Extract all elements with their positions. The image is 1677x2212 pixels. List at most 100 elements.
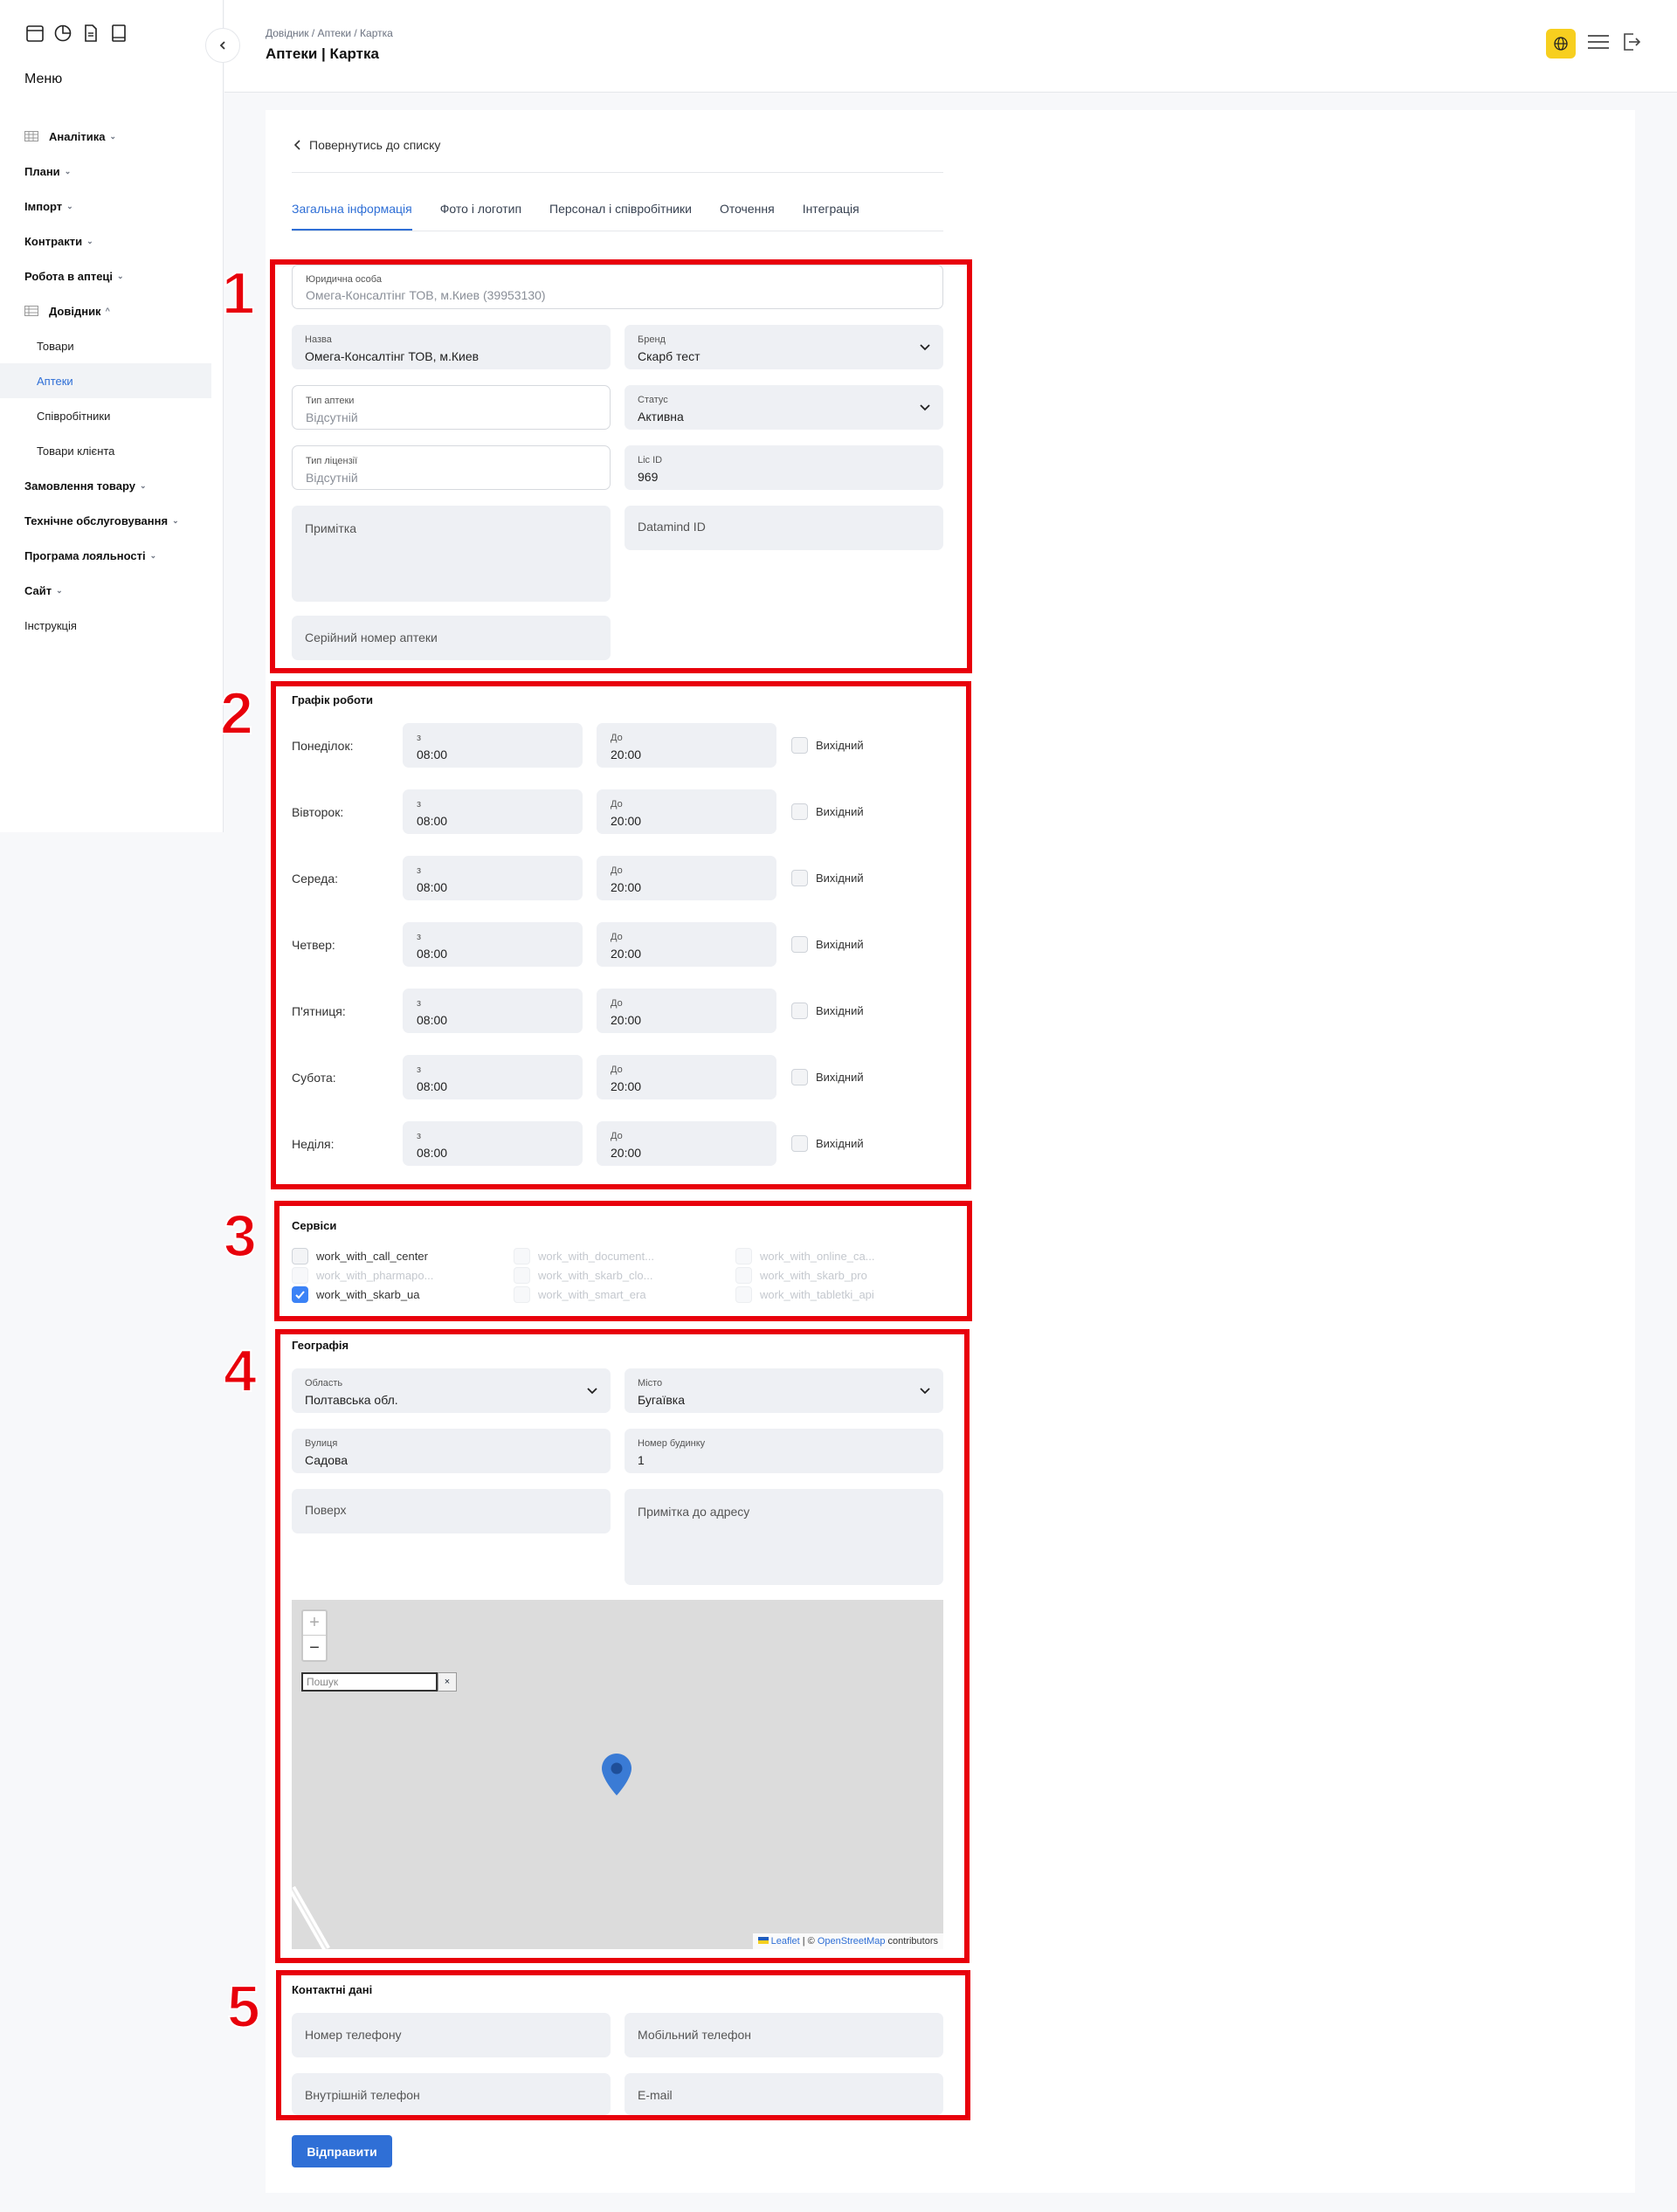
license-type-field[interactable]: Тип ліцензії Відсутній [292, 445, 611, 490]
sidebar-item-directory[interactable]: Довідник ^ [0, 293, 224, 328]
internal-phone-field[interactable]: Внутрішній телефон [292, 2073, 611, 2115]
field-placeholder: Номер телефону [305, 2028, 402, 2042]
sidebar-item-site[interactable]: Сайт ⌄ [0, 573, 224, 608]
map[interactable]: + − Пошук × Leaflet | © OpenStreetMap co… [292, 1600, 943, 1949]
tab-surroundings[interactable]: Оточення [720, 194, 775, 231]
tab-general[interactable]: Загальна інформація [292, 194, 412, 231]
region-select[interactable]: Область Полтавська обл. [292, 1368, 611, 1413]
field-label: До [611, 1065, 623, 1075]
document-icon[interactable] [81, 24, 100, 47]
collapse-sidebar-button[interactable] [205, 28, 240, 63]
sidebar-item-contracts[interactable]: Контракти ⌄ [0, 224, 224, 258]
time-to-field[interactable]: До 20:00 [597, 789, 776, 834]
pie-chart-icon[interactable] [53, 24, 72, 47]
service-checkbox[interactable] [292, 1286, 308, 1303]
service-label: work_with_smart_era [538, 1288, 646, 1301]
sidebar-item-loyalty[interactable]: Програма лояльності ⌄ [0, 538, 224, 573]
day-off-checkbox[interactable] [791, 803, 808, 820]
day-off-checkbox[interactable] [791, 1069, 808, 1085]
leaflet-link[interactable]: Leaflet [771, 1936, 800, 1947]
sidebar-item-orders[interactable]: Замовлення товару ⌄ [0, 468, 224, 503]
time-from-field[interactable]: з 08:00 [403, 1055, 583, 1099]
service-label: work_with_skarb_pro [760, 1269, 867, 1282]
sidebar-subitem-client-products[interactable]: Товари клієнта [0, 433, 224, 468]
day-off-label: Вихідний [816, 1004, 864, 1017]
day-off-checkbox[interactable] [791, 870, 808, 886]
sidebar-item-analytics[interactable]: Аналітика ⌄ [0, 119, 224, 154]
time-from-field[interactable]: з 08:00 [403, 989, 583, 1033]
sidebar-subitem-products[interactable]: Товари [0, 328, 224, 363]
legal-entity-field[interactable]: Юридична особа Омега-Консалтінг ТОВ, м.К… [292, 265, 943, 309]
sidebar-item-maintenance[interactable]: Технічне обслуговування ⌄ [0, 503, 224, 538]
brand-select[interactable]: Бренд Скарб тест [625, 325, 943, 369]
time-to-field[interactable]: До 20:00 [597, 989, 776, 1033]
service-checkbox [735, 1267, 752, 1284]
day-off-checkbox[interactable] [791, 1003, 808, 1019]
datamind-id-field[interactable]: Datamind ID [625, 506, 943, 550]
annotation-number-4: 4 [223, 1338, 258, 1404]
phone-field[interactable]: Номер телефону [292, 2013, 611, 2057]
service-label: work_with_skarb_clo... [538, 1269, 653, 1282]
sidebar-subitem-pharmacies[interactable]: Аптеки [0, 363, 211, 398]
book-icon[interactable] [109, 24, 128, 47]
sidebar-item-plans[interactable]: Плани ⌄ [0, 154, 224, 189]
osm-link[interactable]: OpenStreetMap [818, 1936, 886, 1947]
time-from-field[interactable]: з 08:00 [403, 1121, 583, 1166]
pharmacy-type-field[interactable]: Тип аптеки Відсутній [292, 385, 611, 430]
service-checkbox[interactable] [292, 1248, 308, 1264]
language-button[interactable] [1546, 29, 1576, 59]
time-from-field[interactable]: з 08:00 [403, 856, 583, 900]
time-from-field[interactable]: з 08:00 [403, 922, 583, 967]
annotation-number-3: 3 [223, 1202, 258, 1269]
tab-integration[interactable]: Інтеграція [803, 194, 859, 231]
time-from-field[interactable]: з 08:00 [403, 789, 583, 834]
mobile-phone-field[interactable]: Мобільний телефон [625, 2013, 943, 2057]
tab-photo-logo[interactable]: Фото і логотип [440, 194, 521, 231]
sidebar-item-pharmacy-work[interactable]: Робота в аптеці ⌄ [0, 258, 224, 293]
sidebar-item-label: Імпорт [24, 199, 63, 213]
day-off-checkbox[interactable] [791, 1135, 808, 1152]
field-label: Номер будинку [638, 1438, 706, 1449]
sidebar-item-import[interactable]: Імпорт ⌄ [0, 189, 224, 224]
field-value: 08:00 [417, 880, 448, 894]
field-label: До [611, 998, 623, 1009]
time-to-field[interactable]: До 20:00 [597, 1055, 776, 1099]
name-field[interactable]: Назва Омега-Консалтінг ТОВ, м.Киев [292, 325, 611, 369]
time-to-field[interactable]: До 20:00 [597, 723, 776, 768]
email-field[interactable]: E-mail [625, 2073, 943, 2115]
lic-id-field[interactable]: Lic ID 969 [625, 445, 943, 490]
time-from-field[interactable]: з 08:00 [403, 723, 583, 768]
zoom-out-button[interactable]: − [303, 1636, 326, 1660]
address-note-textarea[interactable]: Примітка до адресу [625, 1489, 943, 1585]
floor-field[interactable]: Поверх [292, 1489, 611, 1533]
map-search-clear-button[interactable]: × [438, 1672, 457, 1692]
status-select[interactable]: Статус Активна [625, 385, 943, 430]
house-number-field[interactable]: Номер будинку 1 [625, 1429, 943, 1473]
field-placeholder: Серійний номер аптеки [305, 631, 438, 644]
tab-staff[interactable]: Персонал і співробітники [549, 194, 692, 231]
sidebar-subitem-employees[interactable]: Співробітники [0, 398, 224, 433]
map-zoom-control: + − [301, 1609, 328, 1662]
time-to-field[interactable]: До 20:00 [597, 856, 776, 900]
serial-number-field[interactable]: Серійний номер аптеки [292, 616, 611, 660]
time-to-field[interactable]: До 20:00 [597, 922, 776, 967]
sidebar: Меню Аналітика ⌄ Плани ⌄ Імпорт ⌄ Контракти… [0, 0, 224, 832]
map-marker-icon[interactable] [601, 1753, 632, 1796]
calendar-icon[interactable] [25, 24, 45, 47]
street-field[interactable]: Вулиця Садова [292, 1429, 611, 1473]
header: Довідник / Аптеки / Картка Аптеки | Карт… [224, 0, 1677, 93]
hamburger-menu-icon[interactable] [1586, 32, 1611, 56]
time-to-field[interactable]: До 20:00 [597, 1121, 776, 1166]
field-value: Омега-Консалтінг ТОВ, м.Киев (39953130) [306, 288, 546, 302]
map-search-input[interactable]: Пошук [301, 1672, 438, 1692]
day-off-checkbox[interactable] [791, 936, 808, 953]
logout-icon[interactable] [1621, 31, 1642, 57]
sidebar-item-instructions[interactable]: Інструкція [0, 608, 224, 643]
submit-button[interactable]: Відправити [292, 2135, 392, 2167]
day-off-checkbox[interactable] [791, 737, 808, 754]
zoom-in-button[interactable]: + [303, 1611, 326, 1636]
map-road [292, 1885, 330, 1949]
back-to-list-link[interactable]: Повернутись до списку [293, 138, 440, 152]
note-textarea[interactable]: Примітка [292, 506, 611, 602]
city-select[interactable]: Місто Бугаївка [625, 1368, 943, 1413]
